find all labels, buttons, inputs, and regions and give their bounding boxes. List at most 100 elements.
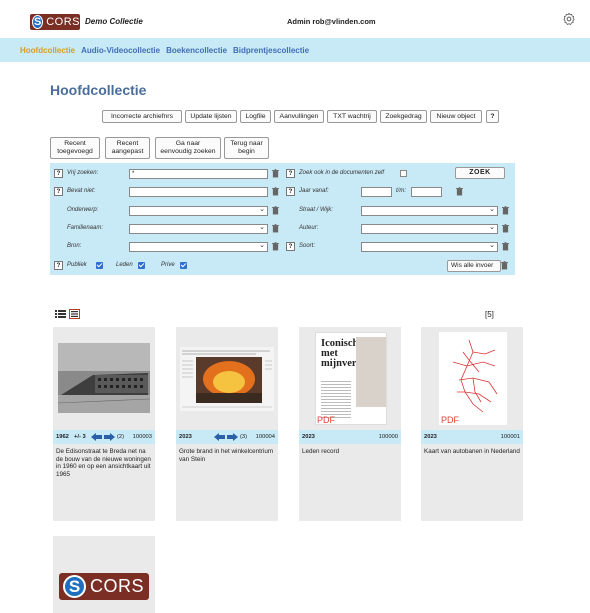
top-bar: S CORS Demo Collectie Admin rob@vlinden.… <box>0 0 590 38</box>
cors-logo: S CORS <box>59 573 149 600</box>
grid-view-icon[interactable] <box>69 309 80 319</box>
clear-all-button[interactable]: Wis alle invoer <box>447 260 501 272</box>
search-button[interactable]: ZOEK <box>455 167 505 179</box>
help-icon[interactable]: ? <box>286 242 295 251</box>
card-year: 1962 <box>56 434 69 440</box>
recent-added-button[interactable]: Recent toegevoegd <box>50 137 100 159</box>
result-card[interactable]: Iconisch bos met mijnverleden PDF 2023 1… <box>299 327 401 521</box>
chevron-down-icon: ⌄ <box>489 224 495 231</box>
help-icon[interactable]: ? <box>54 169 63 178</box>
help-button[interactable]: ? <box>486 110 499 123</box>
help-icon[interactable]: ? <box>286 169 295 178</box>
trash-icon[interactable] <box>456 187 463 196</box>
trash-icon[interactable] <box>272 224 279 233</box>
gear-icon[interactable] <box>562 12 576 26</box>
public-label: Publiek <box>67 262 87 268</box>
not-contains-input[interactable] <box>129 187 268 197</box>
txt-queue-button[interactable]: TXT wachtrij <box>327 110 377 123</box>
pdf-photo <box>356 337 386 407</box>
card-meta: 1962 +/- 3 (2) 100003 <box>53 430 155 444</box>
tab-boekencollectie[interactable]: Boekencollectie <box>166 46 227 55</box>
help-icon[interactable]: ? <box>54 261 63 270</box>
prev-next-arrows-icon[interactable] <box>214 433 238 441</box>
chevron-down-icon: ⌄ <box>489 206 495 213</box>
subject-select[interactable]: ⌄ <box>129 206 268 216</box>
back-to-start-button[interactable]: Terug naar begin <box>224 137 269 159</box>
page-title: Hoofdcollectie <box>50 82 147 98</box>
street-select[interactable]: ⌄ <box>361 206 498 216</box>
source-label: Bron: <box>67 243 82 249</box>
author-select[interactable]: ⌄ <box>361 224 498 234</box>
chevron-down-icon: ⌄ <box>259 224 265 231</box>
card-caption: Leden record <box>302 448 340 455</box>
prev-next-arrows-icon[interactable] <box>91 433 115 441</box>
not-contains-label: Bevat niet: <box>67 188 96 194</box>
pdf-label: PDF <box>441 415 459 425</box>
pdf-page: Iconisch bos met mijnverleden <box>315 332 387 425</box>
trash-icon[interactable] <box>502 206 509 215</box>
pdf-thumbnail[interactable]: Iconisch bos met mijnverleden PDF <box>299 327 401 430</box>
cors-logo[interactable]: S CORS <box>30 14 80 30</box>
year-from-label: Jaar vanaf: <box>299 188 329 194</box>
card-year: 2023 <box>424 434 437 440</box>
doc-search-checkbox[interactable] <box>400 170 407 177</box>
trash-icon[interactable] <box>272 242 279 251</box>
newspaper-thumbnail[interactable] <box>176 327 278 430</box>
tab-bidprentjescollectie[interactable]: Bidprentjescollectie <box>233 46 309 55</box>
members-checkbox[interactable] <box>138 262 145 269</box>
result-card[interactable]: PDF 2023 100001 Kaart van autobanen in N… <box>421 327 523 521</box>
family-select[interactable]: ⌄ <box>129 224 268 234</box>
street-label: Straat / Wijk: <box>299 207 333 213</box>
card-image-count: (3) <box>240 434 248 440</box>
source-select[interactable]: ⌄ <box>129 242 268 252</box>
chevron-down-icon: ⌄ <box>489 242 495 249</box>
logo-s: S <box>63 575 86 598</box>
type-select[interactable]: ⌄ <box>361 242 498 252</box>
doc-search-label: Zoek ook in de documenten zelf <box>299 170 385 176</box>
tab-audio-videocollectie[interactable]: Audio-Videocollectie <box>81 46 160 55</box>
trash-icon[interactable] <box>502 242 509 251</box>
update-lists-button[interactable]: Update lijsten <box>185 110 237 123</box>
new-object-button[interactable]: Nieuw object <box>430 110 482 123</box>
card-image-count: (2) <box>117 434 125 440</box>
logfile-button[interactable]: Logfile <box>240 110 271 123</box>
pdf-label: PDF <box>317 415 335 425</box>
free-search-input[interactable]: * <box>129 169 268 179</box>
incorrect-archive-button[interactable]: Incorrecte archiefnrs <box>102 110 182 123</box>
trash-icon[interactable] <box>272 169 279 178</box>
trash-icon[interactable] <box>502 224 509 233</box>
search-behavior-button[interactable]: Zoekgedrag <box>380 110 427 123</box>
photo-thumbnail[interactable] <box>53 327 155 430</box>
list-view-icon[interactable] <box>55 309 66 319</box>
result-card[interactable]: 1962 +/- 3 (2) 100003 De Edisonstraat te… <box>53 327 155 521</box>
user-info: Admin rob@vlinden.com <box>287 17 376 26</box>
simple-search-button[interactable]: Ga naar eenvoudig zoeken <box>155 137 221 159</box>
year-to-input[interactable] <box>411 187 442 197</box>
clear-all-label: Wis alle invoer <box>451 262 494 269</box>
year-from-input[interactable] <box>361 187 392 197</box>
logo-text: CORS <box>46 16 80 28</box>
public-checkbox[interactable] <box>96 262 103 269</box>
family-label: Familienaam: <box>67 225 104 231</box>
recent-changed-button[interactable]: Recent aangepast <box>105 137 150 159</box>
additions-button[interactable]: Aanvullingen <box>274 110 324 123</box>
private-label: Prive <box>161 262 175 268</box>
card-meta: 2023 (3) 100004 <box>176 430 278 444</box>
subject-label: Onderwerp: <box>67 207 99 213</box>
trash-icon[interactable] <box>501 261 508 270</box>
result-card[interactable]: S CORS <box>53 536 155 613</box>
card-year: 2023 <box>179 434 192 440</box>
card-caption: Kaart van autobanen in Nederland <box>424 448 520 455</box>
collection-nav: Hoofdcollectie Audio-Videocollectie Boek… <box>0 38 590 62</box>
tab-hoofdcollectie[interactable]: Hoofdcollectie <box>20 46 75 55</box>
app-title: Demo Collectie <box>85 17 143 26</box>
private-checkbox[interactable] <box>180 262 187 269</box>
map-page <box>439 332 507 425</box>
help-icon[interactable]: ? <box>54 187 63 196</box>
pdf-thumbnail[interactable]: PDF <box>421 327 523 430</box>
trash-icon[interactable] <box>272 206 279 215</box>
help-icon[interactable]: ? <box>286 187 295 196</box>
card-caption: De Edisonstraat te Breda net na de bouw … <box>56 448 151 478</box>
result-card[interactable]: 2023 (3) 100004 Grote brand in het winke… <box>176 327 278 521</box>
trash-icon[interactable] <box>272 187 279 196</box>
